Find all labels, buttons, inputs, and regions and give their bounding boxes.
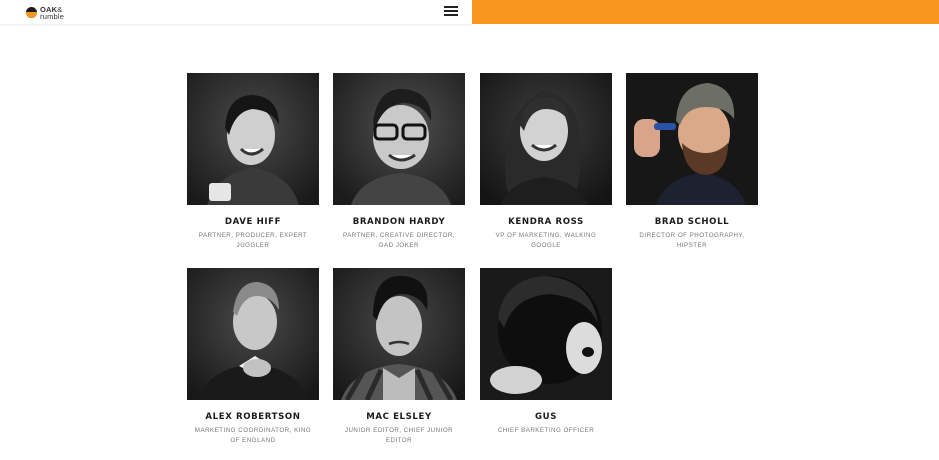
team-member-card[interactable]: BRANDON HARDY PARTNER, CREATIVE DIRECTOR… (333, 73, 465, 251)
team-member-name: DAVE HIFF (224, 217, 282, 227)
header-accent-panel (472, 0, 939, 24)
menu-bar (444, 6, 458, 8)
team-member-card[interactable]: GUS CHIEF BARKETING OFFICER (480, 268, 612, 436)
header-left-panel: OAK& rumble (0, 0, 472, 24)
acorn-logo-icon (26, 7, 37, 18)
team-member-photo[interactable] (187, 73, 319, 205)
team-member-role: DIRECTOR OF PHOTOGRAPHY, HIPSTER (639, 232, 745, 249)
team-member-photo[interactable] (480, 73, 612, 205)
team-member-name: MAC ELSLEY (366, 412, 432, 422)
logo-word-rumble: rumble (40, 11, 65, 21)
menu-bar (444, 10, 458, 12)
team-member-name: BRAD SCHOLL (654, 217, 730, 227)
logo-wordmark: OAK& rumble (40, 5, 65, 21)
team-member-name: GUS (534, 412, 558, 422)
team-member-photo[interactable] (626, 73, 758, 205)
team-member-role: PARTNER, CREATIVE DIRECTOR, DAD JOKER (342, 232, 456, 249)
logo-mark-accent (26, 12, 37, 18)
team-member-role: MARKETING COORDINATOR, KING OF ENGLAND (194, 427, 312, 444)
team-member-card[interactable]: BRAD SCHOLL DIRECTOR OF PHOTOGRAPHY, HIP… (626, 73, 758, 251)
team-member-card[interactable]: DAVE HIFF PARTNER, PRODUCER, EXPERT JUGG… (187, 73, 319, 251)
team-member-photo[interactable] (480, 268, 612, 400)
team-member-name: ALEX ROBERTSON (205, 412, 301, 422)
team-member-role: CHIEF BARKETING OFFICER (497, 427, 595, 434)
team-member-role: VP OF MARKETING, WALKING GOOGLE (495, 232, 597, 249)
team-member-photo[interactable] (333, 73, 465, 205)
team-member-card[interactable]: MAC ELSLEY JUNIOR EDITOR, CHIEF JUNIOR E… (333, 268, 465, 446)
team-member-name: BRANDON HARDY (352, 217, 446, 227)
team-member-role: JUNIOR EDITOR, CHIEF JUNIOR EDITOR (344, 427, 454, 444)
hamburger-menu-icon[interactable] (444, 6, 458, 16)
oak-and-rumble-logo[interactable]: OAK& rumble (26, 4, 86, 21)
team-member-card[interactable]: KENDRA ROSS VP OF MARKETING, WALKING GOO… (480, 73, 612, 251)
team-member-photo[interactable] (187, 268, 319, 400)
team-member-role: PARTNER, PRODUCER, EXPERT JUGGLER (198, 232, 308, 249)
menu-bar (444, 14, 458, 16)
team-member-photo[interactable] (333, 268, 465, 400)
team-member-card[interactable]: ALEX ROBERTSON MARKETING COORDINATOR, KI… (187, 268, 319, 446)
top-navigation-bar: OAK& rumble (0, 0, 939, 24)
team-member-name: KENDRA ROSS (508, 217, 584, 227)
